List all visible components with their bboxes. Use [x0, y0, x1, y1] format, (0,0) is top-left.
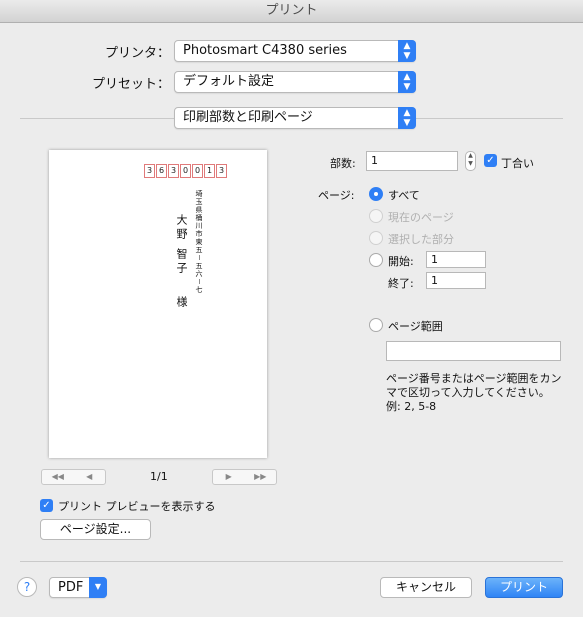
next-page-icon[interactable]: ▶ [213, 470, 245, 484]
zip-digit: 3 [144, 164, 155, 178]
pages-range-radio[interactable] [369, 318, 383, 332]
pages-current-radio [369, 209, 383, 223]
prev-page-icon[interactable]: ◀ [74, 470, 106, 484]
zip-digit: 3 [216, 164, 227, 178]
help-button[interactable]: ? [17, 577, 37, 597]
pages-from-field[interactable]: 1 [426, 251, 486, 268]
preview-nav-back: ◀◀ ◀ [41, 469, 106, 485]
copies-stepper[interactable]: ▲ ▼ [465, 151, 476, 171]
chevron-updown-icon: ▲ ▼ [398, 40, 416, 62]
first-page-icon[interactable]: ◀◀ [42, 470, 74, 484]
zip-digit: 0 [180, 164, 191, 178]
show-preview-label: プリント プレビューを表示する [58, 500, 216, 513]
postal-code-boxes: 3 6 3 0 0 1 3 [144, 164, 227, 178]
copies-field[interactable]: 1 [366, 151, 458, 171]
pages-label: ページ: [318, 189, 355, 202]
cancel-button[interactable]: キャンセル [380, 577, 472, 598]
pages-current-label: 現在のページ [388, 211, 454, 224]
page-range-field[interactable] [386, 341, 561, 361]
pages-from-radio[interactable] [369, 253, 383, 267]
pdf-label: PDF [58, 580, 84, 595]
printer-label: プリンタ： [104, 46, 170, 61]
zip-digit: 0 [192, 164, 203, 178]
print-button[interactable]: プリント [485, 577, 563, 598]
printer-popup[interactable]: Photosmart C4380 series ▲ ▼ [174, 40, 416, 62]
window-title: プリント [0, 0, 583, 23]
preset-value: デフォルト設定 [183, 74, 275, 89]
printer-value: Photosmart C4380 series [183, 43, 347, 58]
pages-all-radio[interactable] [369, 187, 383, 201]
section-value: 印刷部数と印刷ページ [183, 110, 313, 125]
chevron-updown-icon: ▲ ▼ [398, 107, 416, 129]
pages-selection-label: 選択した部分 [388, 233, 454, 246]
section-popup[interactable]: 印刷部数と印刷ページ ▲ ▼ [174, 107, 416, 129]
preset-label: プリセット： [91, 77, 170, 92]
pages-to-field[interactable]: 1 [426, 272, 486, 289]
pages-from-label: 開始: [388, 255, 414, 268]
page-setup-button[interactable]: ページ設定... [40, 519, 151, 540]
recipient-given-name: 智子 [175, 248, 188, 276]
recipient-family-name: 大野 [175, 214, 188, 242]
zip-digit: 3 [168, 164, 179, 178]
chevron-down-icon: ▼ [89, 577, 107, 598]
pages-selection-radio [369, 231, 383, 245]
chevron-updown-icon: ▲ ▼ [398, 71, 416, 93]
preset-popup[interactable]: デフォルト設定 ▲ ▼ [174, 71, 416, 93]
help-icon: ? [23, 580, 31, 594]
zip-digit: 6 [156, 164, 167, 178]
pages-all-label: すべて [388, 189, 420, 202]
pages-range-label: ページ範囲 [388, 320, 443, 333]
recipient-address: 埼玉県桶川市東五－五六－七 [195, 190, 203, 294]
pdf-menu-button[interactable]: PDF ▼ [49, 577, 107, 598]
page-range-help-line-3: 例: 2, 5-8 [386, 400, 437, 413]
copies-label: 部数: [330, 157, 356, 170]
footer-separator [20, 561, 563, 562]
preview-nav-forward: ▶ ▶▶ [212, 469, 277, 485]
pages-to-label: 終了: [388, 277, 414, 290]
recipient-honorific: 様 [175, 296, 188, 310]
last-page-icon[interactable]: ▶▶ [245, 470, 277, 484]
collate-label: 丁合い [501, 157, 534, 170]
zip-digit: 1 [204, 164, 215, 178]
collate-checkbox[interactable]: ✓ [484, 154, 497, 167]
page-counter: 1/1 [150, 470, 168, 483]
print-preview: 3 6 3 0 0 1 3 埼玉県桶川市東五－五六－七 大野 智子 様 [49, 150, 267, 458]
show-preview-checkbox[interactable]: ✓ [40, 499, 53, 512]
